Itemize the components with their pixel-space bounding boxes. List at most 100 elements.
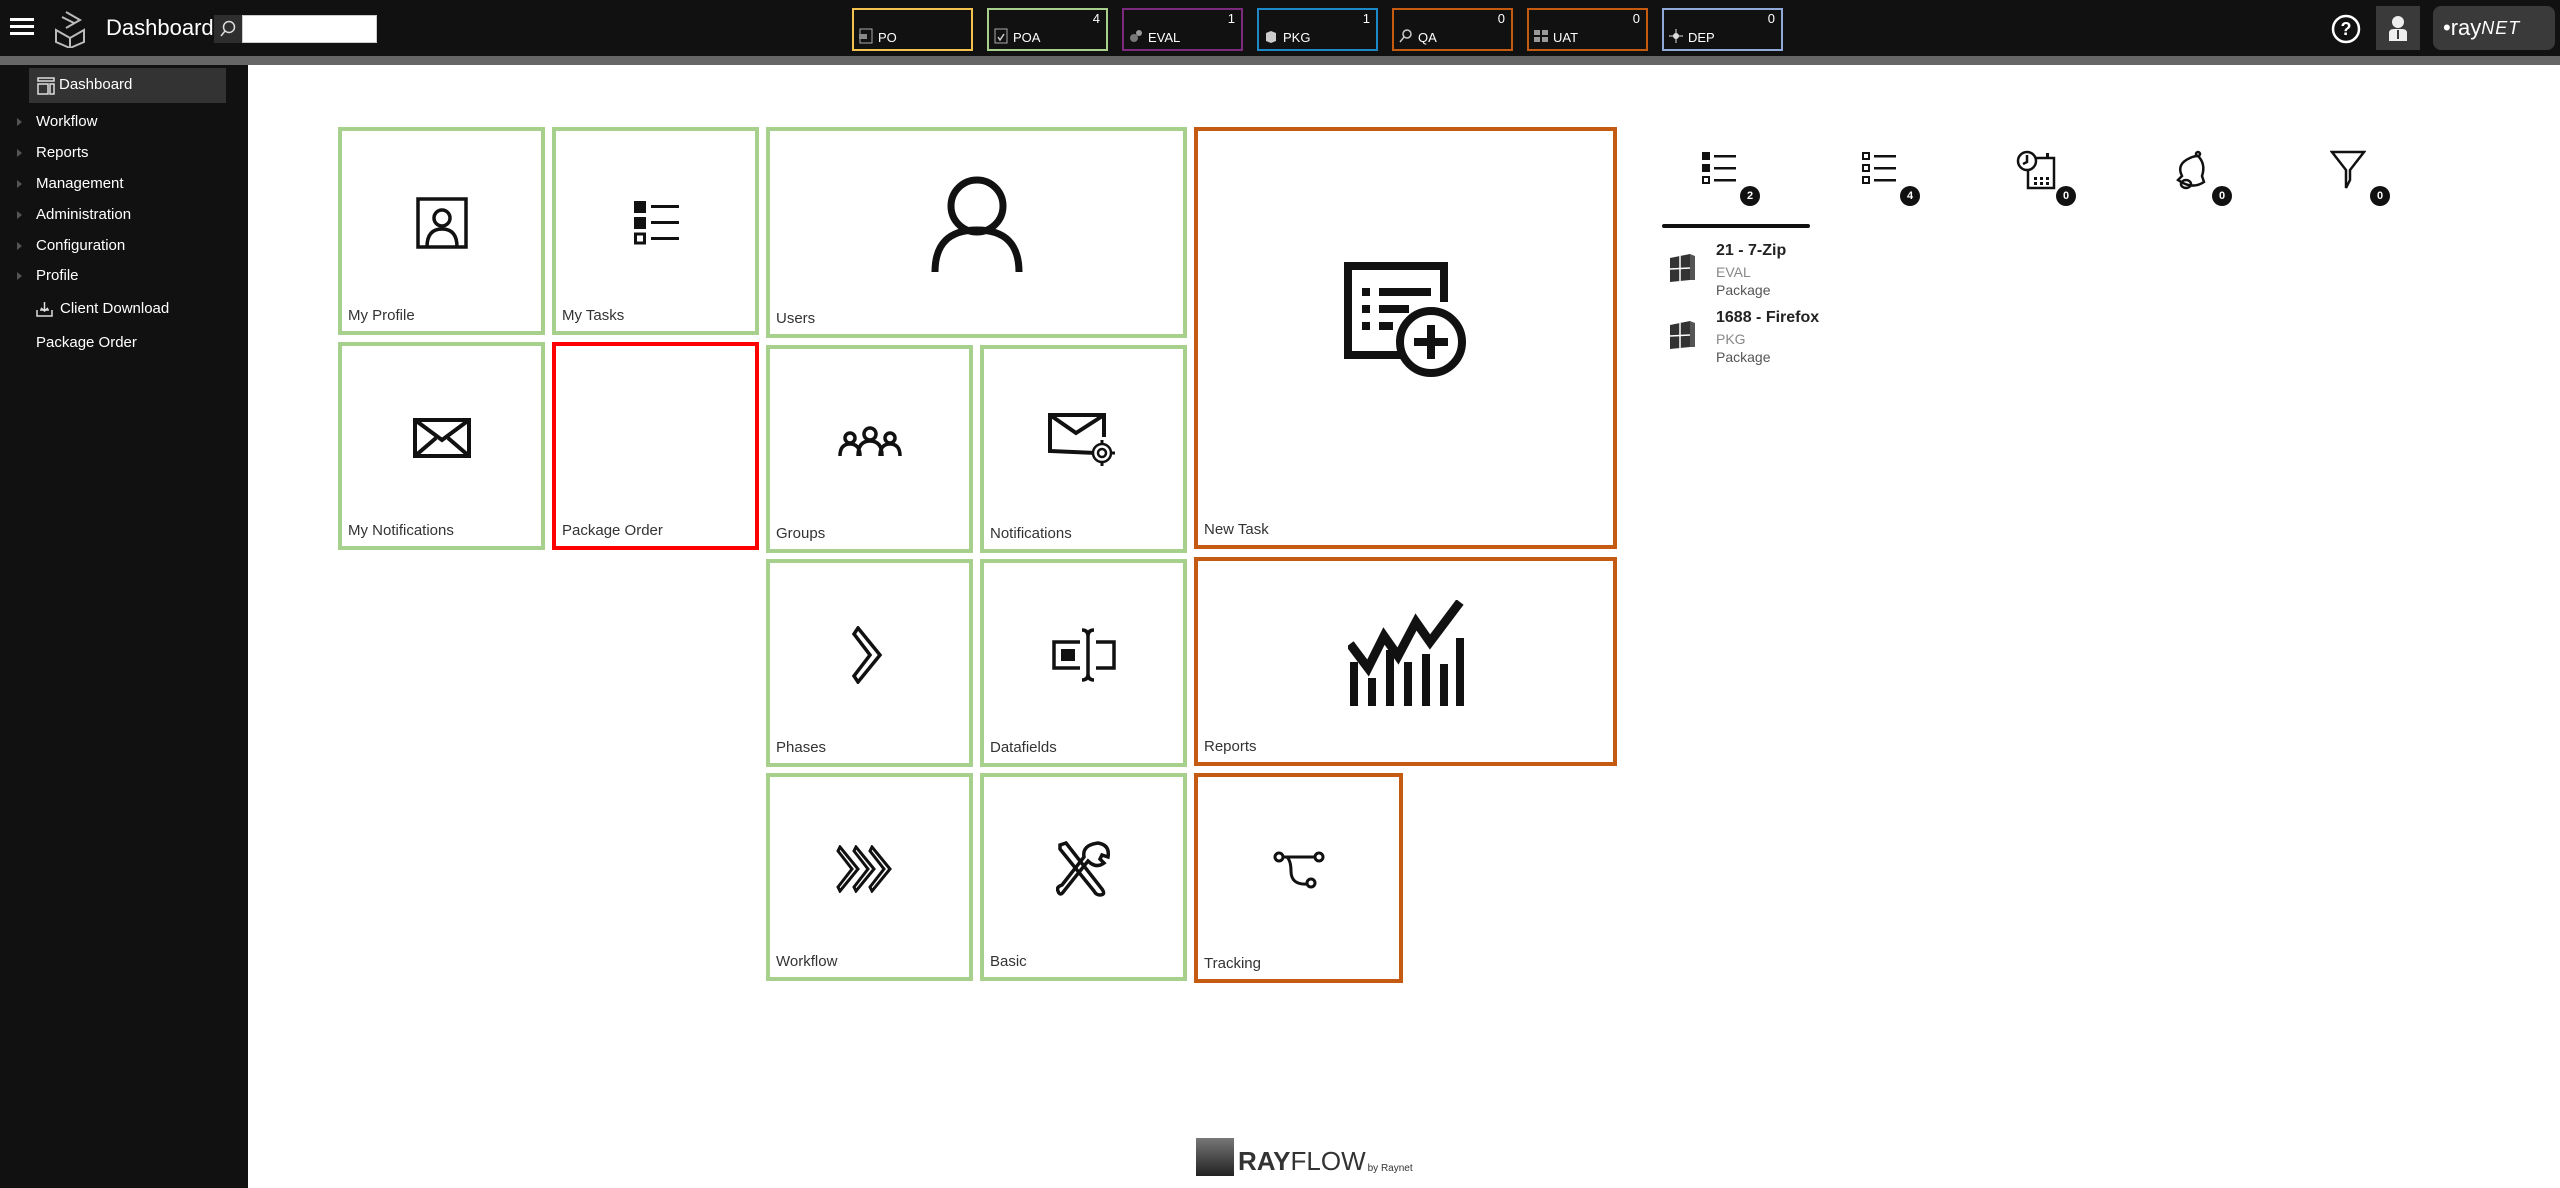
po-icon (859, 28, 873, 44)
brand-suffix: NET (2481, 17, 2521, 38)
search-input[interactable] (242, 15, 377, 43)
tile-label: Groups (776, 525, 826, 542)
sidebar-item-label: Profile (36, 267, 79, 284)
poa-icon (994, 28, 1008, 44)
phase-po[interactable]: PO (852, 8, 973, 51)
phase-eval[interactable]: EVAL 1 (1122, 8, 1243, 51)
tile-datafields[interactable]: Datafields (980, 559, 1187, 767)
sidebar-item-label: Workflow (36, 113, 98, 130)
search-button[interactable] (214, 15, 242, 43)
tools-icon (1055, 841, 1110, 897)
phase-poa[interactable]: POA 4 (987, 8, 1108, 51)
phase-count: 0 (1497, 11, 1505, 26)
task-list-item[interactable]: 21 - 7-Zip EVAL Package (1664, 242, 1864, 306)
rayflow-logo-icon (55, 11, 85, 48)
sidebar-item-workflow[interactable]: Workflow (0, 107, 248, 137)
count-badge: 0 (2056, 186, 2076, 206)
tile-tracking[interactable]: Tracking (1194, 773, 1403, 983)
sidebar-item-label: Client Download (60, 300, 170, 317)
expand-arrow-icon (17, 118, 22, 126)
tile-my-notifications[interactable]: My Notifications (338, 342, 545, 550)
tile-groups[interactable]: Groups (766, 345, 973, 553)
task-list-icon (633, 201, 679, 245)
phase-count: 0 (1767, 11, 1775, 26)
tile-label: Datafields (990, 739, 1057, 756)
chevron-right-icon (851, 626, 882, 684)
sidebar-item-label: Dashboard (59, 76, 133, 93)
sidebar-item-dashboard[interactable]: Dashboard (29, 68, 226, 103)
rayflow-footer-icon (1196, 1138, 1234, 1176)
route-icon (1273, 851, 1324, 889)
tile-label: Notifications (990, 525, 1072, 542)
filter-icon (2329, 150, 2367, 189)
chart-icon (1347, 600, 1464, 707)
sidebar-item-reports[interactable]: Reports (0, 138, 248, 168)
phase-label: QA (1418, 30, 1437, 45)
sidebar-item-client-download[interactable]: Client Download (0, 294, 248, 324)
page-title: Dashboard (106, 15, 214, 40)
tile-workflow[interactable]: Workflow (766, 773, 973, 981)
sidebar-item-profile[interactable]: Profile (0, 261, 248, 291)
phase-count: 1 (1362, 11, 1370, 26)
dashboard-icon (37, 77, 55, 95)
tile-my-profile[interactable]: My Profile (338, 127, 545, 335)
new-task-icon (1343, 262, 1466, 378)
profile-card-icon (415, 197, 468, 249)
phase-count: 4 (1092, 11, 1100, 26)
tile-phases[interactable]: Phases (766, 559, 973, 767)
tile-label: Basic (990, 953, 1027, 970)
tile-label: My Profile (348, 307, 415, 324)
tile-users[interactable]: Users (766, 127, 1187, 338)
count-badge: 0 (2370, 186, 2390, 206)
header-divider (0, 56, 2560, 65)
task-phase: EVAL (1716, 264, 1751, 280)
sidebar-item-administration[interactable]: Administration (0, 200, 248, 230)
download-icon (36, 302, 53, 317)
task-title: 1688 - Firefox (1716, 309, 1820, 326)
bell-icon (2176, 150, 2206, 190)
envelope-icon (412, 418, 471, 458)
phase-qa[interactable]: QA 0 (1392, 8, 1513, 51)
expand-arrow-icon (17, 149, 22, 157)
phase-count: 0 (1632, 11, 1640, 26)
tile-my-tasks[interactable]: My Tasks (552, 127, 759, 335)
phase-label: UAT (1553, 30, 1579, 45)
tile-basic[interactable]: Basic (980, 773, 1187, 981)
tile-package-order[interactable]: Package Order (552, 342, 759, 550)
sidebar-item-label: Package Order (36, 334, 137, 351)
triple-chevron-icon (835, 845, 892, 893)
help-icon[interactable]: ? (2330, 13, 2362, 45)
sidebar: Dashboard Workflow Reports Management Ad… (0, 65, 248, 1188)
hamburger-menu-icon[interactable] (10, 18, 34, 38)
user-menu-button[interactable] (2376, 6, 2420, 50)
tab-filter[interactable]: 0 (2329, 150, 2390, 210)
phase-uat[interactable]: UAT 0 (1527, 8, 1648, 51)
footer-brand-light: FLOW (1290, 1146, 1366, 1176)
tile-label: Tracking (1204, 955, 1261, 972)
my-tasks-list-icon (1702, 152, 1736, 184)
sidebar-item-label: Configuration (36, 237, 126, 254)
task-title: 21 - 7-Zip (1716, 242, 1787, 259)
phase-label: PO (878, 30, 897, 45)
tile-reports[interactable]: Reports (1194, 557, 1617, 766)
tab-all-tasks[interactable]: 4 (1860, 150, 1920, 210)
tile-label: Workflow (776, 953, 838, 970)
sidebar-item-package-order[interactable]: Package Order (0, 328, 248, 358)
svg-text:?: ? (2341, 19, 2352, 39)
tab-notifications[interactable]: 0 (2172, 150, 2232, 210)
count-badge: 2 (1740, 186, 1760, 206)
phase-pkg[interactable]: PKG 1 (1257, 8, 1378, 51)
tile-notifications[interactable]: Notifications (980, 345, 1187, 553)
tab-schedule[interactable]: 0 (2016, 150, 2076, 210)
task-list-item[interactable]: 1688 - Firefox PKG Package (1664, 309, 1864, 373)
phase-dep[interactable]: DEP 0 (1662, 8, 1783, 51)
raynet-brand-logo[interactable]: •ray NET (2433, 6, 2555, 50)
tile-new-task[interactable]: New Task (1194, 127, 1617, 549)
tab-my-tasks[interactable]: 2 (1700, 150, 1760, 210)
sidebar-item-management[interactable]: Management (0, 169, 248, 199)
text-field-icon (1051, 628, 1116, 682)
active-tab-indicator (1662, 224, 1810, 228)
task-type: Package (1716, 349, 1771, 365)
dep-deploy-icon (1669, 29, 1683, 43)
sidebar-item-configuration[interactable]: Configuration (0, 231, 248, 261)
